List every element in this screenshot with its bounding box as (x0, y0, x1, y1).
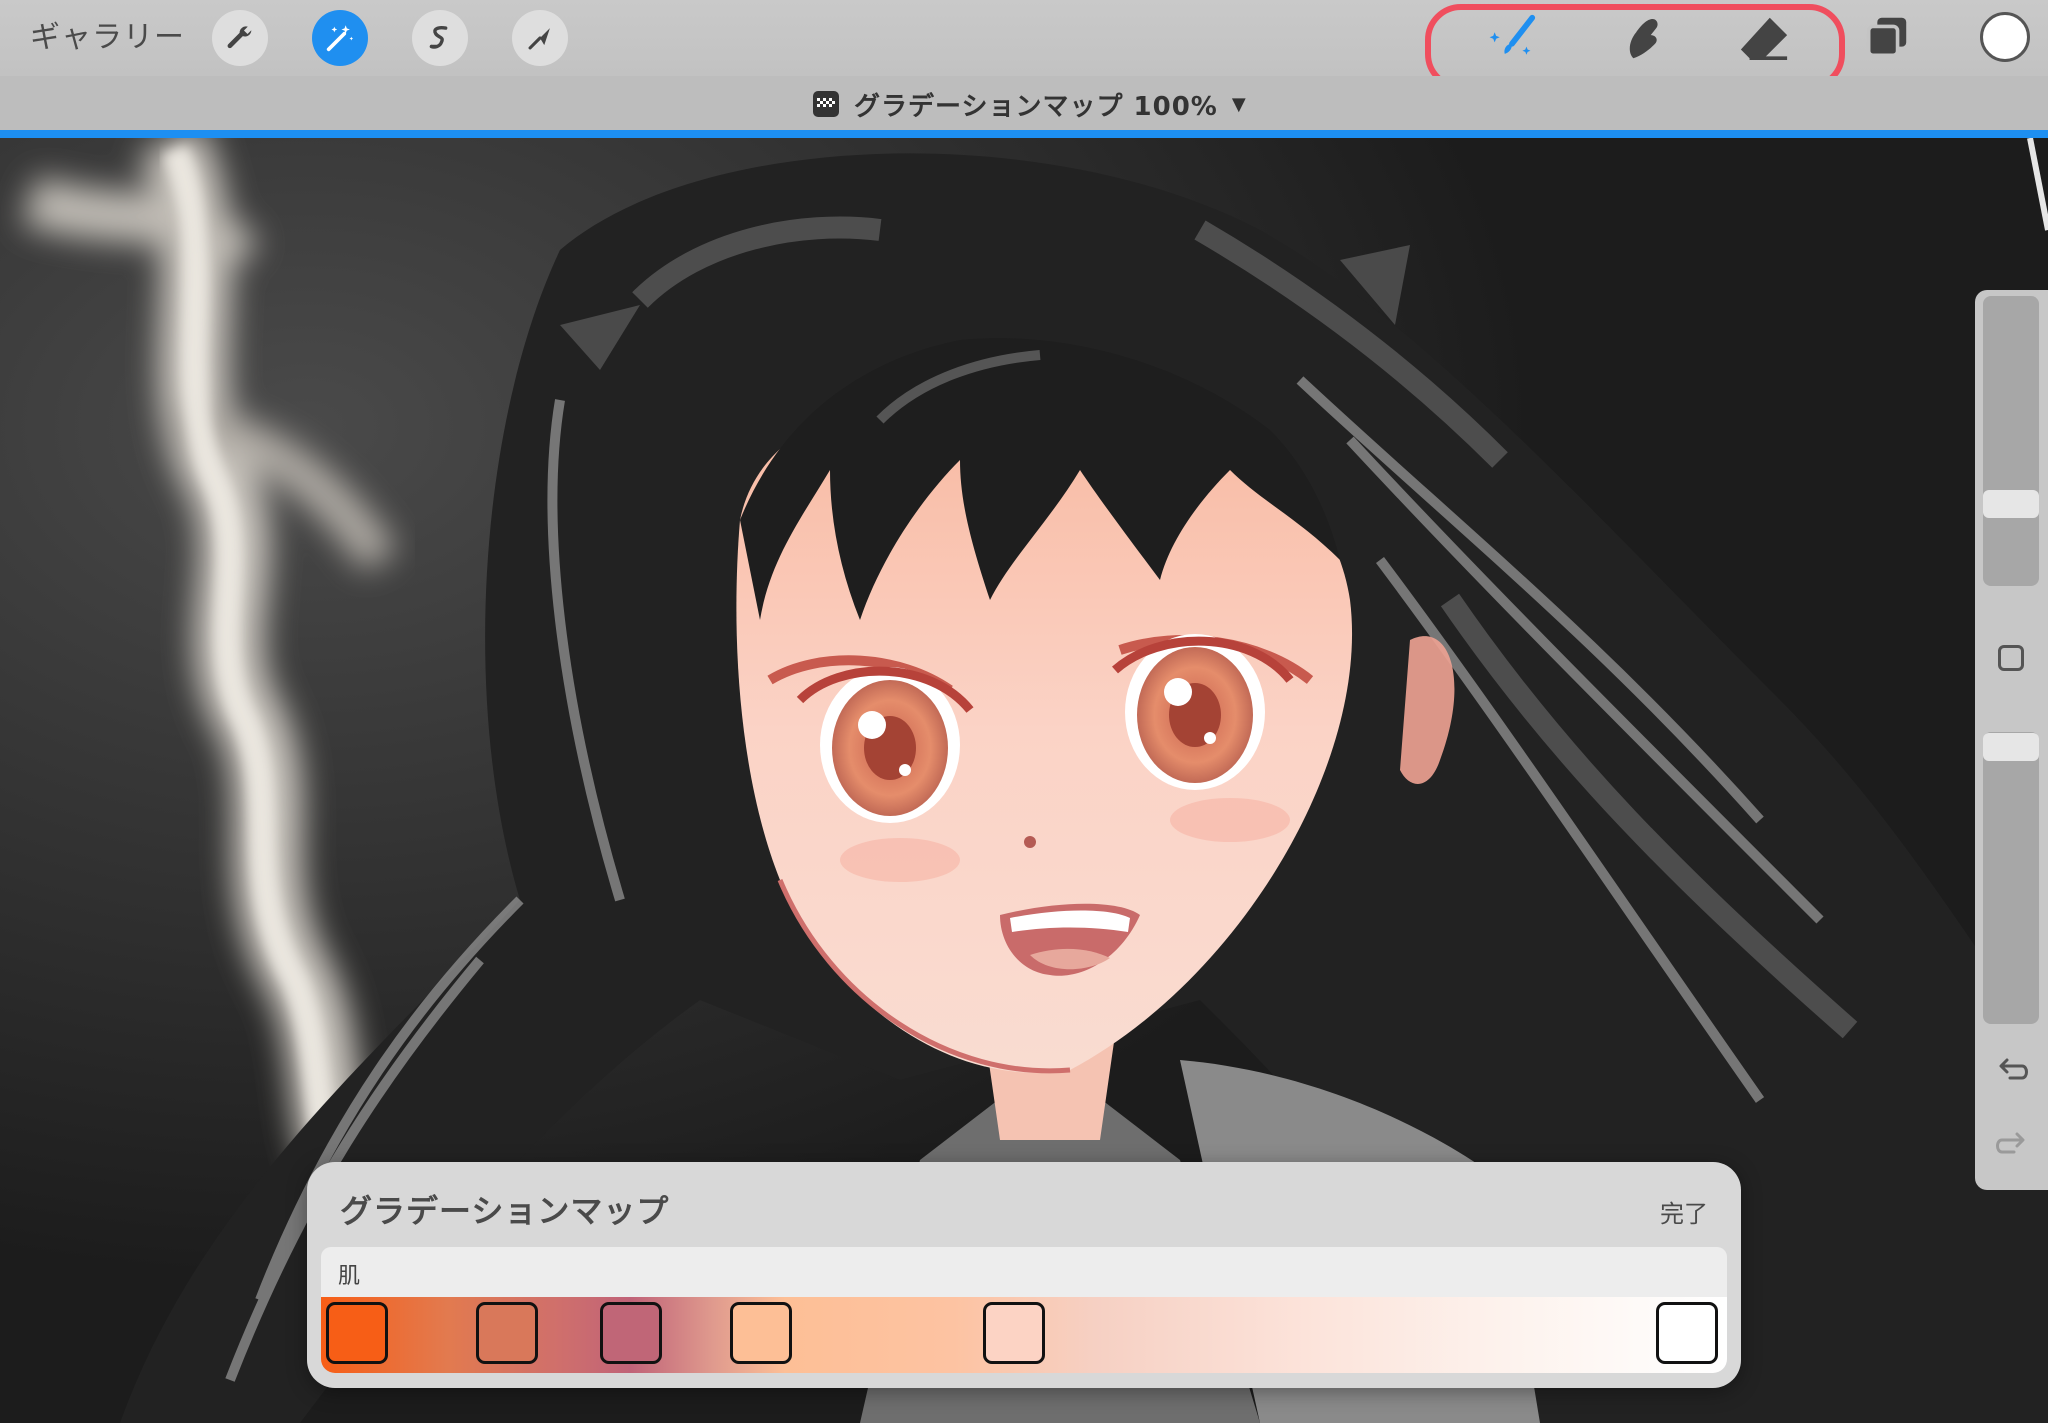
actions-button[interactable] (212, 10, 268, 66)
selection-button[interactable] (412, 10, 468, 66)
gallery-button[interactable]: ギャラリー (30, 16, 185, 60)
gradient-stop[interactable] (983, 1302, 1045, 1364)
gradient-stop[interactable] (476, 1302, 538, 1364)
magic-wand-icon (326, 25, 354, 52)
color-picker-button[interactable] (1980, 12, 2030, 62)
adjustments-button[interactable] (312, 10, 368, 66)
adjustment-title: グラデーションマップ 100% (854, 91, 1218, 122)
preset-label-strip[interactable] (321, 1247, 1727, 1297)
transform-button[interactable] (512, 10, 568, 66)
layers-button[interactable] (1856, 10, 1916, 66)
opacity-slider[interactable] (1983, 732, 2039, 1024)
adjustment-header: グラデーションマップ 100% ▼ (0, 76, 2048, 132)
modify-button[interactable] (1998, 645, 2024, 671)
layers-icon (1866, 17, 1907, 58)
gradient-stop[interactable] (730, 1302, 792, 1364)
done-button[interactable]: 完了 (1660, 1194, 1708, 1229)
selection-s-icon (429, 26, 448, 49)
caret-down-icon: ▼ (1231, 93, 1246, 115)
arrow-cursor-icon (528, 28, 550, 50)
undo-icon[interactable] (1992, 1052, 2032, 1088)
brush-size-slider[interactable] (1983, 296, 2039, 586)
gradient-stop[interactable] (600, 1302, 662, 1364)
gradient-map-icon (813, 91, 839, 117)
opacity-thumb[interactable] (1983, 733, 2039, 761)
panel-title: グラデーションマップ (340, 1192, 670, 1230)
redo-icon[interactable] (1992, 1126, 2032, 1162)
gradient-stop[interactable] (326, 1302, 388, 1364)
top-toolbar: ギャラリー (0, 0, 2048, 90)
adjustment-progress-line (0, 130, 2048, 138)
procreate-screen: ギャラリー グラデーションマップ 100% ▼ グラデーションマップ 完了 肌 (0, 0, 2048, 1423)
brush-size-thumb[interactable] (1983, 490, 2039, 518)
gradient-stop[interactable] (1656, 1302, 1718, 1364)
preset-name: 肌 (338, 1264, 361, 1289)
wrench-icon (227, 26, 252, 49)
adjustment-dropdown[interactable]: グラデーションマップ 100% ▼ (812, 82, 1246, 126)
